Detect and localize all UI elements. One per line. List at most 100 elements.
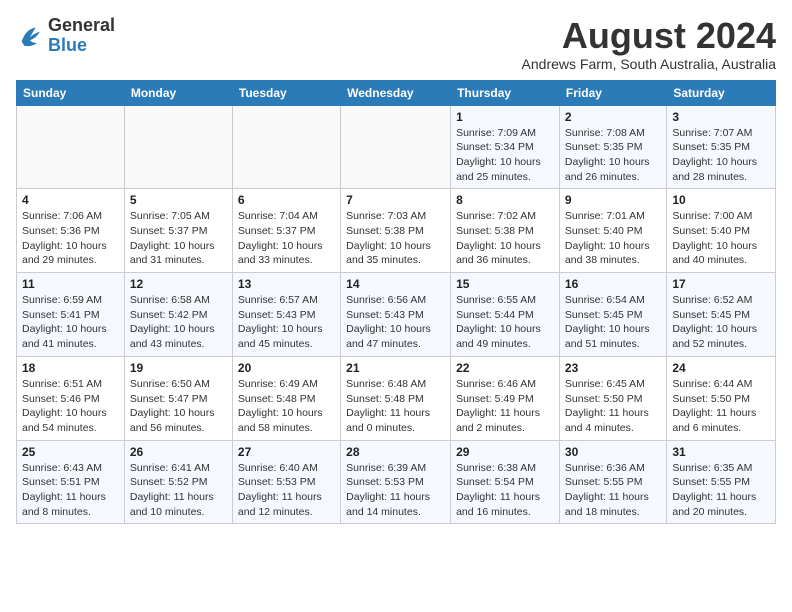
header-cell-sunday: Sunday [17, 80, 125, 105]
day-info: Sunrise: 7:05 AM Sunset: 5:37 PM Dayligh… [130, 209, 227, 268]
day-info: Sunrise: 6:58 AM Sunset: 5:42 PM Dayligh… [130, 293, 227, 352]
calendar-cell: 28 Sunrise: 6:39 AM Sunset: 5:53 PM Dayli… [341, 440, 451, 524]
logo: General Blue [16, 16, 115, 56]
calendar-cell: 19 Sunrise: 6:50 AM Sunset: 5:47 PM Dayli… [124, 356, 232, 440]
day-number: 29 [456, 445, 554, 459]
day-info: Sunrise: 6:48 AM Sunset: 5:48 PM Dayligh… [346, 377, 445, 436]
header-row: SundayMondayTuesdayWednesdayThursdayFrid… [17, 80, 776, 105]
page-header: General Blue August 2024 Andrews Farm, S… [16, 16, 776, 72]
week-row-4: 18Sunrise: 6:51 AM Sunset: 5:46 PM Dayli… [17, 356, 776, 440]
day-number: 31 [672, 445, 770, 459]
day-number: 19 [130, 361, 227, 375]
calendar-cell: 22Sunrise: 6:46 AM Sunset: 5:49 PM Dayli… [451, 356, 560, 440]
day-number: 28 [346, 445, 445, 459]
day-info: Sunrise: 7:04 AM Sunset: 5:37 PM Dayligh… [238, 209, 335, 268]
day-number: 4 [22, 193, 119, 207]
day-info: Sunrise: 6:49 AM Sunset: 5:48 PM Dayligh… [238, 377, 335, 436]
day-info: Sunrise: 7:02 AM Sunset: 5:38 PM Dayligh… [456, 209, 554, 268]
calendar-cell: 15 Sunrise: 6:55 AM Sunset: 5:44 PM Dayli… [451, 273, 560, 357]
calendar-cell: 1 Sunrise: 7:09 AM Sunset: 5:34 PM Daylig… [451, 105, 560, 189]
day-info: Sunrise: 7:07 AM Sunset: 5:35 PM Dayligh… [672, 126, 770, 185]
day-number: 18 [22, 361, 119, 375]
day-info: Sunrise: 7:01 AM Sunset: 5:40 PM Dayligh… [565, 209, 661, 268]
calendar-cell: 17Sunrise: 6:52 AM Sunset: 5:45 PM Dayli… [667, 273, 776, 357]
day-info: Sunrise: 6:45 AM Sunset: 5:50 PM Dayligh… [565, 377, 661, 436]
header-cell-saturday: Saturday [667, 80, 776, 105]
day-number: 7 [346, 193, 445, 207]
logo-blue-text: Blue [48, 35, 87, 55]
day-number: 6 [238, 193, 335, 207]
calendar-cell: 30 Sunrise: 6:36 AM Sunset: 5:55 PM Dayli… [559, 440, 666, 524]
day-info: Sunrise: 7:08 AM Sunset: 5:35 PM Dayligh… [565, 126, 661, 185]
header-cell-tuesday: Tuesday [232, 80, 340, 105]
day-number: 14 [346, 277, 445, 291]
header-cell-thursday: Thursday [451, 80, 560, 105]
calendar-cell: 9 Sunrise: 7:01 AM Sunset: 5:40 PM Daylig… [559, 189, 666, 273]
day-info: Sunrise: 6:56 AM Sunset: 5:43 PM Dayligh… [346, 293, 445, 352]
week-row-2: 4 Sunrise: 7:06 AM Sunset: 5:36 PM Daylig… [17, 189, 776, 273]
calendar-cell: 8 Sunrise: 7:02 AM Sunset: 5:38 PM Daylig… [451, 189, 560, 273]
calendar-cell: 14 Sunrise: 6:56 AM Sunset: 5:43 PM Dayli… [341, 273, 451, 357]
calendar-cell: 6 Sunrise: 7:04 AM Sunset: 5:37 PM Daylig… [232, 189, 340, 273]
day-number: 25 [22, 445, 119, 459]
day-number: 22 [456, 361, 554, 375]
day-number: 30 [565, 445, 661, 459]
day-number: 5 [130, 193, 227, 207]
week-row-1: 1 Sunrise: 7:09 AM Sunset: 5:34 PM Daylig… [17, 105, 776, 189]
day-number: 20 [238, 361, 335, 375]
title-block: August 2024 Andrews Farm, South Australi… [522, 16, 776, 72]
day-info: Sunrise: 7:06 AM Sunset: 5:36 PM Dayligh… [22, 209, 119, 268]
day-number: 15 [456, 277, 554, 291]
day-number: 24 [672, 361, 770, 375]
calendar-cell: 25 Sunrise: 6:43 AM Sunset: 5:51 PM Dayli… [17, 440, 125, 524]
calendar-table: SundayMondayTuesdayWednesdayThursdayFrid… [16, 80, 776, 525]
calendar-cell: 16Sunrise: 6:54 AM Sunset: 5:45 PM Dayli… [559, 273, 666, 357]
day-info: Sunrise: 7:03 AM Sunset: 5:38 PM Dayligh… [346, 209, 445, 268]
logo-bird-icon [16, 22, 44, 50]
day-info: Sunrise: 6:44 AM Sunset: 5:50 PM Dayligh… [672, 377, 770, 436]
day-number: 11 [22, 277, 119, 291]
day-info: Sunrise: 6:50 AM Sunset: 5:47 PM Dayligh… [130, 377, 227, 436]
calendar-cell: 21Sunrise: 6:48 AM Sunset: 5:48 PM Dayli… [341, 356, 451, 440]
calendar-cell [232, 105, 340, 189]
calendar-cell: 27 Sunrise: 6:40 AM Sunset: 5:53 PM Dayli… [232, 440, 340, 524]
calendar-cell: 12Sunrise: 6:58 AM Sunset: 5:42 PM Dayli… [124, 273, 232, 357]
calendar-cell: 20 Sunrise: 6:49 AM Sunset: 5:48 PM Dayli… [232, 356, 340, 440]
calendar-cell: 10 Sunrise: 7:00 AM Sunset: 5:40 PM Dayli… [667, 189, 776, 273]
day-info: Sunrise: 6:40 AM Sunset: 5:53 PM Dayligh… [238, 461, 335, 520]
day-info: Sunrise: 7:09 AM Sunset: 5:34 PM Dayligh… [456, 126, 554, 185]
day-number: 9 [565, 193, 661, 207]
day-info: Sunrise: 6:36 AM Sunset: 5:55 PM Dayligh… [565, 461, 661, 520]
calendar-cell: 7 Sunrise: 7:03 AM Sunset: 5:38 PM Daylig… [341, 189, 451, 273]
calendar-cell: 3 Sunrise: 7:07 AM Sunset: 5:35 PM Daylig… [667, 105, 776, 189]
day-info: Sunrise: 6:39 AM Sunset: 5:53 PM Dayligh… [346, 461, 445, 520]
calendar-cell [341, 105, 451, 189]
day-number: 26 [130, 445, 227, 459]
calendar-cell: 31Sunrise: 6:35 AM Sunset: 5:55 PM Dayli… [667, 440, 776, 524]
day-info: Sunrise: 6:43 AM Sunset: 5:51 PM Dayligh… [22, 461, 119, 520]
header-cell-wednesday: Wednesday [341, 80, 451, 105]
calendar-cell: 24 Sunrise: 6:44 AM Sunset: 5:50 PM Dayli… [667, 356, 776, 440]
day-number: 16 [565, 277, 661, 291]
day-number: 3 [672, 110, 770, 124]
calendar-cell: 5 Sunrise: 7:05 AM Sunset: 5:37 PM Daylig… [124, 189, 232, 273]
day-info: Sunrise: 6:38 AM Sunset: 5:54 PM Dayligh… [456, 461, 554, 520]
week-row-3: 11Sunrise: 6:59 AM Sunset: 5:41 PM Dayli… [17, 273, 776, 357]
calendar-cell [124, 105, 232, 189]
week-row-5: 25 Sunrise: 6:43 AM Sunset: 5:51 PM Dayli… [17, 440, 776, 524]
day-number: 8 [456, 193, 554, 207]
location-subtitle: Andrews Farm, South Australia, Australia [522, 56, 776, 72]
day-info: Sunrise: 6:55 AM Sunset: 5:44 PM Dayligh… [456, 293, 554, 352]
day-number: 27 [238, 445, 335, 459]
month-year-title: August 2024 [522, 16, 776, 56]
day-info: Sunrise: 7:00 AM Sunset: 5:40 PM Dayligh… [672, 209, 770, 268]
calendar-cell: 18Sunrise: 6:51 AM Sunset: 5:46 PM Dayli… [17, 356, 125, 440]
header-cell-friday: Friday [559, 80, 666, 105]
calendar-cell: 4 Sunrise: 7:06 AM Sunset: 5:36 PM Daylig… [17, 189, 125, 273]
day-number: 13 [238, 277, 335, 291]
calendar-cell: 13Sunrise: 6:57 AM Sunset: 5:43 PM Dayli… [232, 273, 340, 357]
day-number: 1 [456, 110, 554, 124]
day-number: 2 [565, 110, 661, 124]
day-number: 10 [672, 193, 770, 207]
calendar-cell: 29 Sunrise: 6:38 AM Sunset: 5:54 PM Dayli… [451, 440, 560, 524]
